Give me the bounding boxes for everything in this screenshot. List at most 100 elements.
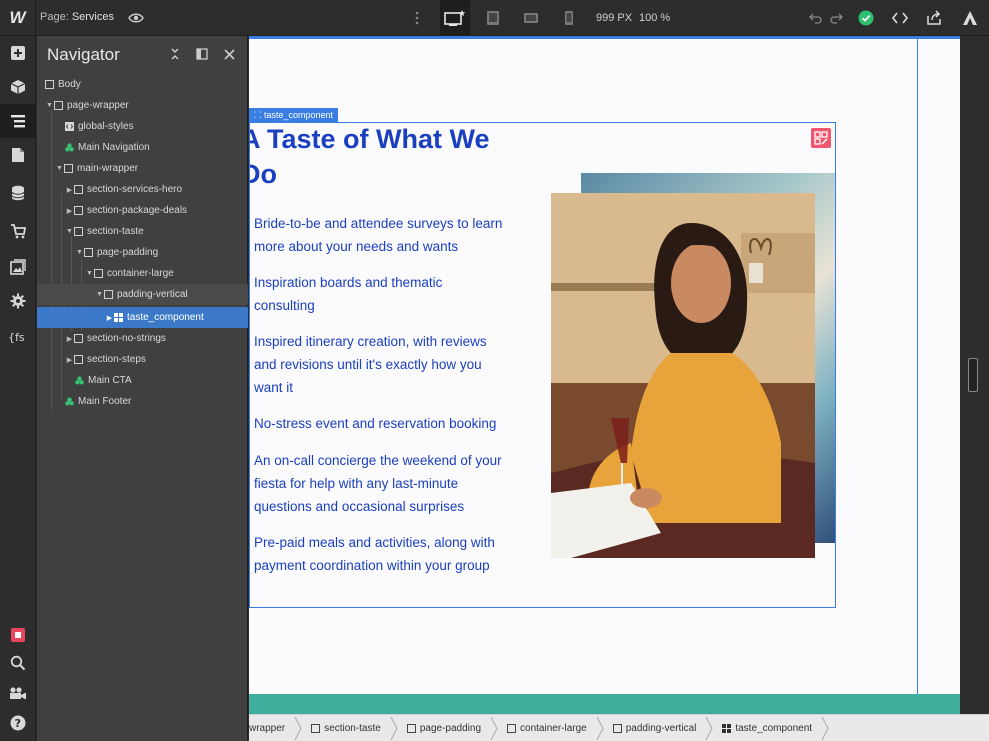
- breadcrumb-label: padding-vertical: [625, 722, 697, 734]
- caret-down-icon[interactable]: ▼: [85, 270, 94, 277]
- page-name: Services: [71, 11, 114, 23]
- pages-button[interactable]: [0, 138, 36, 172]
- navigator-button[interactable]: [0, 104, 36, 138]
- breadcrumb-item[interactable]: page-padding: [399, 715, 489, 741]
- publish-share-button[interactable]: [924, 8, 944, 28]
- zoom-readout: 100 %: [639, 12, 671, 24]
- database-icon: [11, 185, 25, 201]
- breadcrumb-label: container-large: [520, 722, 587, 734]
- breadcrumb-item[interactable]: wrapper: [249, 715, 293, 741]
- phone-landscape-icon: [524, 13, 538, 23]
- eye-icon[interactable]: [128, 10, 144, 26]
- code-export-button[interactable]: [890, 8, 910, 28]
- box-icon: [74, 334, 83, 343]
- tree-item-section-steps[interactable]: ▶ section-steps: [37, 349, 248, 370]
- caret-right-icon[interactable]: ▶: [65, 186, 74, 194]
- caret-right-icon[interactable]: ▶: [65, 207, 74, 215]
- video-camera-icon: [10, 687, 26, 700]
- page-selector[interactable]: Page: Services: [40, 11, 114, 23]
- portrait-breakpoint-button[interactable]: [554, 0, 584, 36]
- selected-element-tag[interactable]: ⸬ taste_component: [249, 108, 339, 122]
- caret-right-icon[interactable]: ▶: [65, 356, 74, 364]
- breadcrumb-item[interactable]: container-large: [499, 715, 595, 741]
- tree-item-label: page-wrapper: [67, 100, 129, 111]
- search-button[interactable]: [0, 646, 36, 680]
- cube-icon: [10, 80, 26, 94]
- panel-resize-handle[interactable]: [968, 358, 978, 392]
- tree-item-page-wrapper[interactable]: ▼ page-wrapper: [37, 95, 248, 116]
- finsweet-button[interactable]: {fs: [0, 320, 36, 354]
- tree-item-label: page-padding: [97, 247, 159, 258]
- landscape-breakpoint-button[interactable]: [516, 0, 546, 36]
- caret-right-icon[interactable]: ▶: [105, 314, 114, 322]
- tree-item-label: section-taste: [87, 226, 144, 237]
- tree-item-main-navigation[interactable]: Main Navigation: [37, 137, 248, 158]
- box-icon: [64, 164, 73, 173]
- caret-down-icon[interactable]: ▼: [55, 165, 64, 172]
- tree-item-main-footer[interactable]: Main Footer: [37, 391, 248, 412]
- navigator-header: Navigator: [37, 36, 247, 72]
- symbols-button[interactable]: [0, 70, 36, 104]
- settings-button[interactable]: [0, 284, 36, 318]
- breadcrumb-item[interactable]: padding-vertical: [605, 715, 705, 741]
- tree-item-body[interactable]: Body: [37, 74, 248, 95]
- tree-item-taste-component[interactable]: ▶ taste_component: [37, 307, 248, 328]
- caret-down-icon[interactable]: ▼: [75, 249, 84, 256]
- webflow-logo[interactable]: W: [0, 0, 36, 36]
- tree-item-container-large[interactable]: ▼ container-large: [37, 263, 248, 284]
- breadcrumb-chevron-icon: [596, 716, 604, 740]
- caret-right-icon[interactable]: ▶: [65, 335, 74, 343]
- tree-item-label: taste_component: [127, 312, 204, 323]
- breadcrumb-chevron-icon: [821, 716, 829, 740]
- undo-icon: [809, 13, 822, 24]
- caret-down-icon[interactable]: ▼: [95, 291, 104, 298]
- help-button[interactable]: ?: [0, 706, 36, 740]
- image-assets-icon: [10, 259, 26, 275]
- tree-item-global-styles[interactable]: global-styles: [37, 116, 248, 137]
- breadcrumb-chevron-icon: [294, 716, 302, 740]
- cart-icon: [11, 224, 26, 239]
- tree-item-main-cta[interactable]: Main CTA: [37, 370, 248, 391]
- collapse-all-button[interactable]: [167, 46, 183, 62]
- audit-button[interactable]: [960, 8, 980, 28]
- breadcrumb-label: wrapper: [249, 722, 286, 734]
- tree-item-section-no-strings[interactable]: ▶ section-no-strings: [37, 328, 248, 349]
- more-dots-icon[interactable]: [412, 9, 422, 27]
- page-prefix: Page:: [40, 11, 69, 23]
- video-tutorials-button[interactable]: [0, 676, 36, 710]
- cms-button[interactable]: [0, 176, 36, 210]
- caret-down-icon[interactable]: ▼: [65, 228, 74, 235]
- ecommerce-button[interactable]: [0, 214, 36, 248]
- tablet-breakpoint-button[interactable]: [478, 0, 508, 36]
- tree-item-section-services-hero[interactable]: ▶ section-services-hero: [37, 179, 248, 200]
- tree-item-section-taste[interactable]: ▼ section-taste: [37, 221, 248, 242]
- component-settings-button[interactable]: [811, 128, 831, 148]
- box-icon: [45, 80, 54, 89]
- tree-item-label: Body: [58, 79, 81, 90]
- dock-panel-button[interactable]: [194, 46, 210, 62]
- tree-item-page-padding[interactable]: ▼ page-padding: [37, 242, 248, 263]
- fs-extension-icon: {fs: [8, 331, 25, 344]
- breadcrumb-item[interactable]: section-taste: [303, 715, 389, 741]
- assets-button[interactable]: [0, 250, 36, 284]
- close-panel-button[interactable]: [221, 46, 237, 62]
- check-circle-icon: [858, 10, 874, 26]
- tree-item-main-wrapper[interactable]: ▼ main-wrapper: [37, 158, 248, 179]
- tree-item-section-package-deals[interactable]: ▶ section-package-deals: [37, 200, 248, 221]
- tree-item-label: global-styles: [78, 121, 134, 132]
- breadcrumb-item-current[interactable]: taste_component: [714, 715, 820, 741]
- design-canvas[interactable]: A Taste of What We Do Bride-to-be and at…: [249, 36, 960, 714]
- box-icon: [406, 723, 416, 733]
- undo-button[interactable]: [806, 8, 826, 28]
- tree-item-padding-vertical[interactable]: ▼ padding-vertical: [37, 284, 248, 305]
- save-status-button[interactable]: [856, 8, 876, 28]
- caret-down-icon[interactable]: ▼: [45, 102, 54, 109]
- box-icon: [612, 723, 622, 733]
- box-icon: [311, 723, 321, 733]
- add-elements-button[interactable]: [0, 36, 36, 70]
- redo-button[interactable]: [826, 8, 846, 28]
- desktop-breakpoint-button[interactable]: [440, 0, 470, 36]
- component-grid-icon: [814, 131, 828, 145]
- tablet-icon: [487, 11, 499, 25]
- collapse-icon: [171, 48, 179, 60]
